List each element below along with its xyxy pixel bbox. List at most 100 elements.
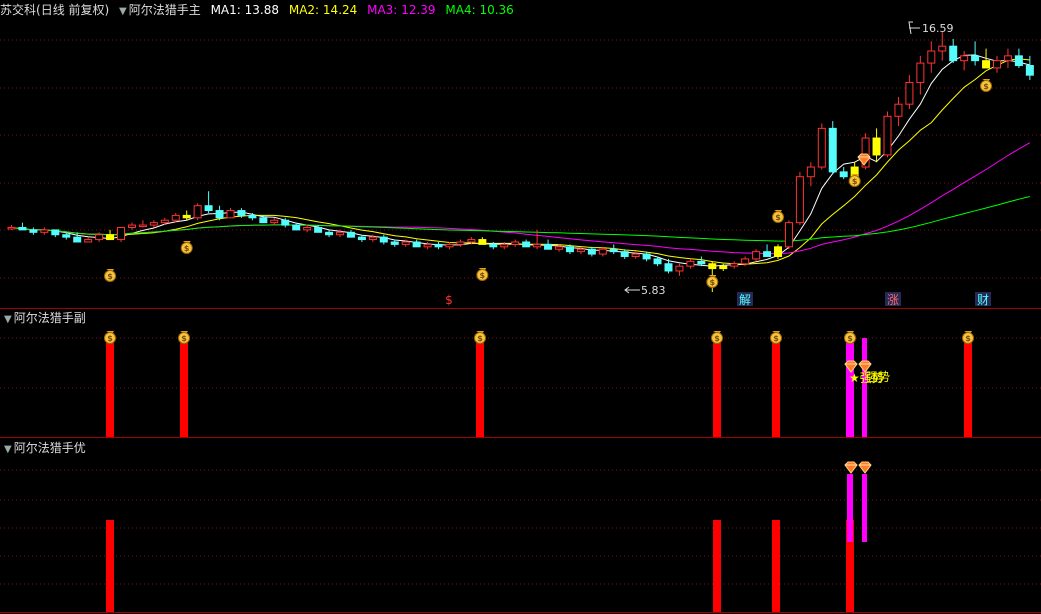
candle-body — [149, 222, 158, 226]
candle — [894, 96, 903, 126]
candle-body — [237, 210, 246, 216]
candle-body — [40, 229, 49, 233]
candle-body — [795, 176, 804, 224]
candle-body — [160, 219, 169, 224]
candle-body — [292, 224, 301, 231]
candle — [117, 226, 125, 242]
candle — [325, 229, 334, 238]
candle-body — [587, 248, 596, 255]
candle-body — [259, 217, 268, 224]
candle — [752, 249, 761, 262]
candle — [817, 123, 826, 170]
candle-body — [423, 243, 432, 248]
money-bag-icon: $ — [844, 331, 856, 344]
candle-body — [806, 166, 815, 178]
svg-text:$: $ — [480, 271, 486, 280]
candle — [456, 239, 465, 247]
candle — [138, 220, 147, 228]
sub2-red-bar — [106, 520, 114, 612]
money-bag-icon: $ — [104, 269, 117, 282]
candle — [18, 222, 27, 231]
sub2-magenta-bar — [847, 474, 853, 542]
candle-body — [117, 226, 125, 241]
candle-body — [555, 246, 563, 250]
candle-body — [138, 224, 147, 228]
candle-body — [697, 260, 706, 265]
candle-body — [1003, 55, 1012, 62]
candle-body — [511, 241, 520, 245]
candle-body — [336, 231, 344, 236]
sub1-indicator-name[interactable]: 阿尔法猎手副 — [14, 311, 86, 325]
candle-body — [609, 248, 618, 253]
candle — [434, 241, 443, 250]
candle-body — [620, 251, 629, 257]
candle — [303, 225, 312, 233]
candle — [916, 55, 925, 95]
candle-body — [544, 243, 553, 250]
candle-body — [84, 239, 93, 243]
candle-body — [894, 103, 903, 117]
candle-body — [708, 263, 717, 270]
candle-body — [18, 226, 27, 231]
candle-body — [215, 210, 224, 219]
candle — [215, 205, 224, 221]
candle-body — [719, 265, 728, 270]
candle-body — [489, 243, 498, 248]
candle — [872, 128, 881, 163]
sub1-red-bar — [180, 343, 188, 437]
candle-body — [29, 229, 38, 233]
candle-body — [982, 60, 991, 69]
candle — [511, 239, 520, 247]
sub1-red-bar — [476, 343, 484, 437]
candle — [522, 239, 531, 248]
candle-body — [412, 241, 421, 248]
candle-body — [62, 234, 71, 238]
candle — [642, 251, 651, 262]
candle-body — [379, 236, 388, 243]
sub1-red-bar — [964, 343, 972, 437]
candle — [106, 229, 115, 241]
candle — [127, 222, 136, 230]
candle — [609, 244, 618, 255]
sub1-magenta-bar — [846, 343, 854, 437]
candle — [478, 237, 487, 245]
candle-body — [127, 224, 136, 228]
candle-body — [401, 241, 410, 245]
candle — [544, 239, 553, 250]
candle-body — [774, 246, 782, 257]
candle-body — [303, 226, 312, 231]
candle-body — [949, 45, 958, 62]
candle-body — [73, 236, 82, 243]
sub2-indicator-name[interactable]: 阿尔法猎手优 — [14, 441, 86, 455]
candle-body — [784, 222, 793, 248]
high-price-annotation: 16.59 — [908, 21, 954, 35]
candle — [1014, 48, 1023, 68]
low-price-annotation: 5.83 — [624, 284, 666, 297]
candle — [949, 38, 958, 64]
candle — [182, 210, 191, 221]
kline-chart-canvas[interactable]: $$$$$$$16.595.83$ 解涨财$ $ $ $ $ $$★强势强势 — [0, 0, 1041, 614]
collapse-triangle-icon[interactable]: ▼ — [4, 444, 12, 455]
collapse-triangle-icon[interactable]: ▼ — [4, 314, 12, 325]
candle — [7, 225, 16, 230]
candle — [270, 217, 279, 226]
sub2-red-bar — [772, 520, 780, 612]
candle-body — [763, 251, 772, 257]
candle-body — [883, 115, 892, 156]
candle-body — [598, 248, 607, 255]
candle — [927, 41, 936, 73]
candle — [839, 167, 848, 180]
candle — [982, 48, 991, 69]
candle-body — [1025, 65, 1034, 76]
candle-body — [270, 219, 279, 224]
svg-text:$: $ — [710, 278, 716, 287]
candle-body — [960, 55, 969, 62]
candle-body — [226, 210, 235, 219]
candle — [905, 75, 914, 110]
sub1-red-bar — [772, 343, 780, 437]
panel-divider-1 — [0, 308, 1041, 309]
candle-body — [741, 258, 750, 265]
svg-text:$: $ — [852, 177, 858, 186]
panel-divider-3 — [0, 612, 1041, 613]
candle — [763, 244, 772, 257]
